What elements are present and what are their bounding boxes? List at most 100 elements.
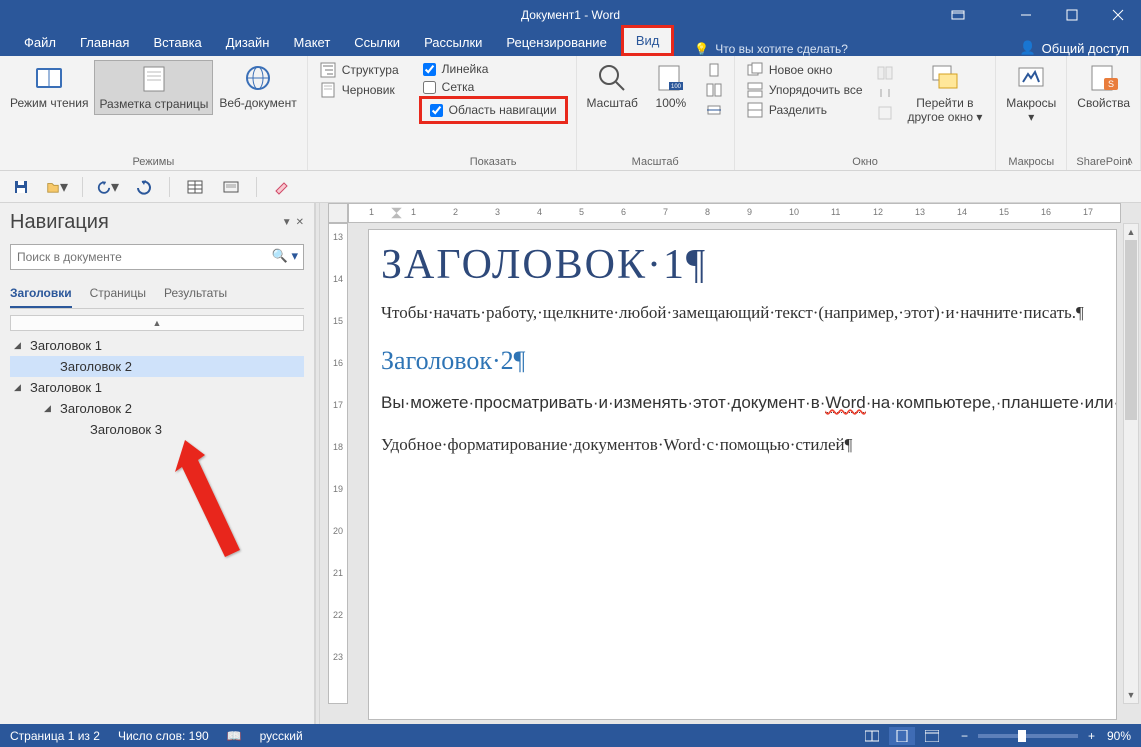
- zoom-slider[interactable]: [978, 734, 1078, 738]
- save-button[interactable]: [10, 176, 32, 198]
- reset-window-icon: [877, 105, 893, 121]
- reset-window-button[interactable]: [877, 105, 893, 121]
- undo-button[interactable]: ▾: [97, 176, 119, 198]
- status-page[interactable]: Страница 1 из 2: [10, 729, 100, 743]
- outline-icon: [320, 62, 336, 78]
- document-page[interactable]: ЗАГОЛОВОК·1¶ Чтобы·начать·работу,·щелкни…: [368, 229, 1117, 720]
- web-layout-button[interactable]: Веб-документ: [215, 60, 300, 115]
- tab-review[interactable]: Рецензирование: [494, 30, 618, 56]
- view-side-button[interactable]: [877, 65, 893, 81]
- sync-scroll-button[interactable]: [877, 85, 893, 101]
- ribbon-display-options[interactable]: [935, 0, 981, 30]
- maximize-button[interactable]: [1049, 0, 1095, 30]
- properties-button[interactable]: S Свойства: [1073, 60, 1134, 113]
- one-page-button[interactable]: [706, 62, 722, 78]
- table-button[interactable]: [184, 176, 206, 198]
- heading-2[interactable]: Заголовок·2¶: [381, 346, 1104, 376]
- minimize-button[interactable]: [1003, 0, 1049, 30]
- zoom-in-button[interactable]: +: [1088, 729, 1095, 743]
- paragraph[interactable]: Чтобы·начать·работу,·щелкните·любой·заме…: [381, 298, 1104, 328]
- tab-view[interactable]: Вид: [621, 25, 675, 56]
- macros-icon: [1015, 62, 1047, 94]
- zoom-icon: [596, 62, 628, 94]
- nav-tab-headings[interactable]: Заголовки: [10, 282, 72, 308]
- print-layout-icon: [138, 63, 170, 95]
- properties-icon: S: [1088, 62, 1120, 94]
- tab-home[interactable]: Главная: [68, 30, 141, 56]
- side-by-side-icon: [877, 65, 893, 81]
- expand-icon[interactable]: ◢: [44, 403, 56, 414]
- paragraph[interactable]: Вы·можете·просматривать·и·изменять·этот·…: [381, 388, 1104, 418]
- status-language[interactable]: русский: [260, 729, 303, 743]
- open-button[interactable]: ▾: [46, 176, 68, 198]
- zoom-label[interactable]: 90%: [1107, 729, 1131, 743]
- macros-button[interactable]: Макросы▾: [1002, 60, 1060, 127]
- switch-windows-button[interactable]: Перейти в другое окно ▾: [901, 60, 990, 127]
- ruler-checkbox[interactable]: Линейка: [423, 62, 564, 76]
- search-icon[interactable]: 🔍 ▾: [272, 248, 298, 264]
- nav-search-input[interactable]: [10, 244, 304, 270]
- scrollbar-thumb[interactable]: [1125, 240, 1137, 420]
- one-page-icon: [706, 62, 722, 78]
- read-mode-button[interactable]: Режим чтения: [6, 60, 92, 115]
- expand-icon[interactable]: ◢: [14, 382, 26, 393]
- clear-format-button[interactable]: [271, 176, 293, 198]
- tab-insert[interactable]: Вставка: [141, 30, 213, 56]
- status-words[interactable]: Число слов: 190: [118, 729, 209, 743]
- zoom-button[interactable]: Масштаб: [583, 60, 642, 120]
- nav-level-bar[interactable]: ▲: [10, 315, 304, 331]
- ribbon-group-outline-draft: Структура Черновик: [308, 56, 411, 170]
- tab-design[interactable]: Дизайн: [214, 30, 282, 56]
- print-layout-button[interactable]: Разметка страницы: [94, 60, 213, 115]
- scroll-up-icon[interactable]: ▲: [1124, 224, 1138, 240]
- nav-tab-pages[interactable]: Страницы: [90, 282, 146, 308]
- heading-1[interactable]: ЗАГОЛОВОК·1¶: [381, 244, 1104, 286]
- group-label: SharePoint: [1073, 155, 1134, 170]
- tab-references[interactable]: Ссылки: [342, 30, 412, 56]
- nav-item[interactable]: Заголовок 2: [10, 356, 304, 377]
- zoom-out-button[interactable]: −: [961, 729, 968, 743]
- ribbon-group-show: Линейка Сетка Область навигации Показать: [411, 56, 577, 170]
- share-button[interactable]: 👤 Общий доступ: [1019, 40, 1129, 56]
- nav-item[interactable]: Заголовок 3: [10, 419, 304, 440]
- tab-file[interactable]: Файл: [12, 30, 68, 56]
- multi-page-button[interactable]: [706, 82, 722, 98]
- tab-layout[interactable]: Макет: [281, 30, 342, 56]
- vertical-ruler[interactable]: 1314151617181920212223: [328, 223, 348, 704]
- page-width-button[interactable]: [706, 102, 722, 118]
- group-label: Показать: [417, 155, 570, 170]
- proofing-icon[interactable]: 📖: [227, 729, 242, 743]
- horizontal-ruler[interactable]: 11234567891011121314151617: [348, 203, 1121, 223]
- collapse-ribbon-icon[interactable]: ˄: [1127, 156, 1133, 168]
- redo-button[interactable]: [133, 176, 155, 198]
- new-window-button[interactable]: Новое окно: [747, 62, 863, 78]
- view-read-button[interactable]: [859, 727, 885, 745]
- ribbon: Режим чтения Разметка страницы Веб-докум…: [0, 56, 1141, 171]
- navigation-pane-checkbox[interactable]: Область навигации: [419, 96, 568, 124]
- scroll-down-icon[interactable]: ▼: [1124, 687, 1138, 703]
- zoom-handle[interactable]: [1018, 730, 1026, 742]
- tell-me-input[interactable]: 💡 Что вы хотите сделать?: [694, 42, 848, 56]
- nav-item[interactable]: ◢Заголовок 1: [10, 377, 304, 398]
- nav-item[interactable]: ◢Заголовок 2: [10, 398, 304, 419]
- paragraph-button[interactable]: [220, 176, 242, 198]
- split-button[interactable]: Разделить: [747, 102, 863, 118]
- nav-close-icon[interactable]: ✕: [296, 217, 304, 228]
- indent-marker-icon[interactable]: [389, 206, 404, 220]
- nav-item[interactable]: ◢Заголовок 1: [10, 335, 304, 356]
- vertical-scrollbar[interactable]: ▲ ▼: [1123, 223, 1139, 704]
- outline-button[interactable]: Структура: [320, 62, 399, 78]
- tab-mailings[interactable]: Рассылки: [412, 30, 494, 56]
- ribbon-tabs: Файл Главная Вставка Дизайн Макет Ссылки…: [0, 30, 1141, 56]
- draft-button[interactable]: Черновик: [320, 82, 399, 98]
- arrange-all-button[interactable]: Упорядочить все: [747, 82, 863, 98]
- nav-tab-results[interactable]: Результаты: [164, 282, 227, 308]
- zoom-100-button[interactable]: 100 100%: [644, 60, 698, 120]
- paragraph[interactable]: Удобное·форматирование·документов·Word·с…: [381, 430, 1104, 460]
- nav-dropdown-icon[interactable]: ▼: [282, 217, 292, 228]
- view-print-button[interactable]: [889, 727, 915, 745]
- expand-icon[interactable]: ◢: [14, 340, 26, 351]
- gridlines-checkbox[interactable]: Сетка: [423, 80, 564, 94]
- view-web-button[interactable]: [919, 727, 945, 745]
- close-button[interactable]: [1095, 0, 1141, 30]
